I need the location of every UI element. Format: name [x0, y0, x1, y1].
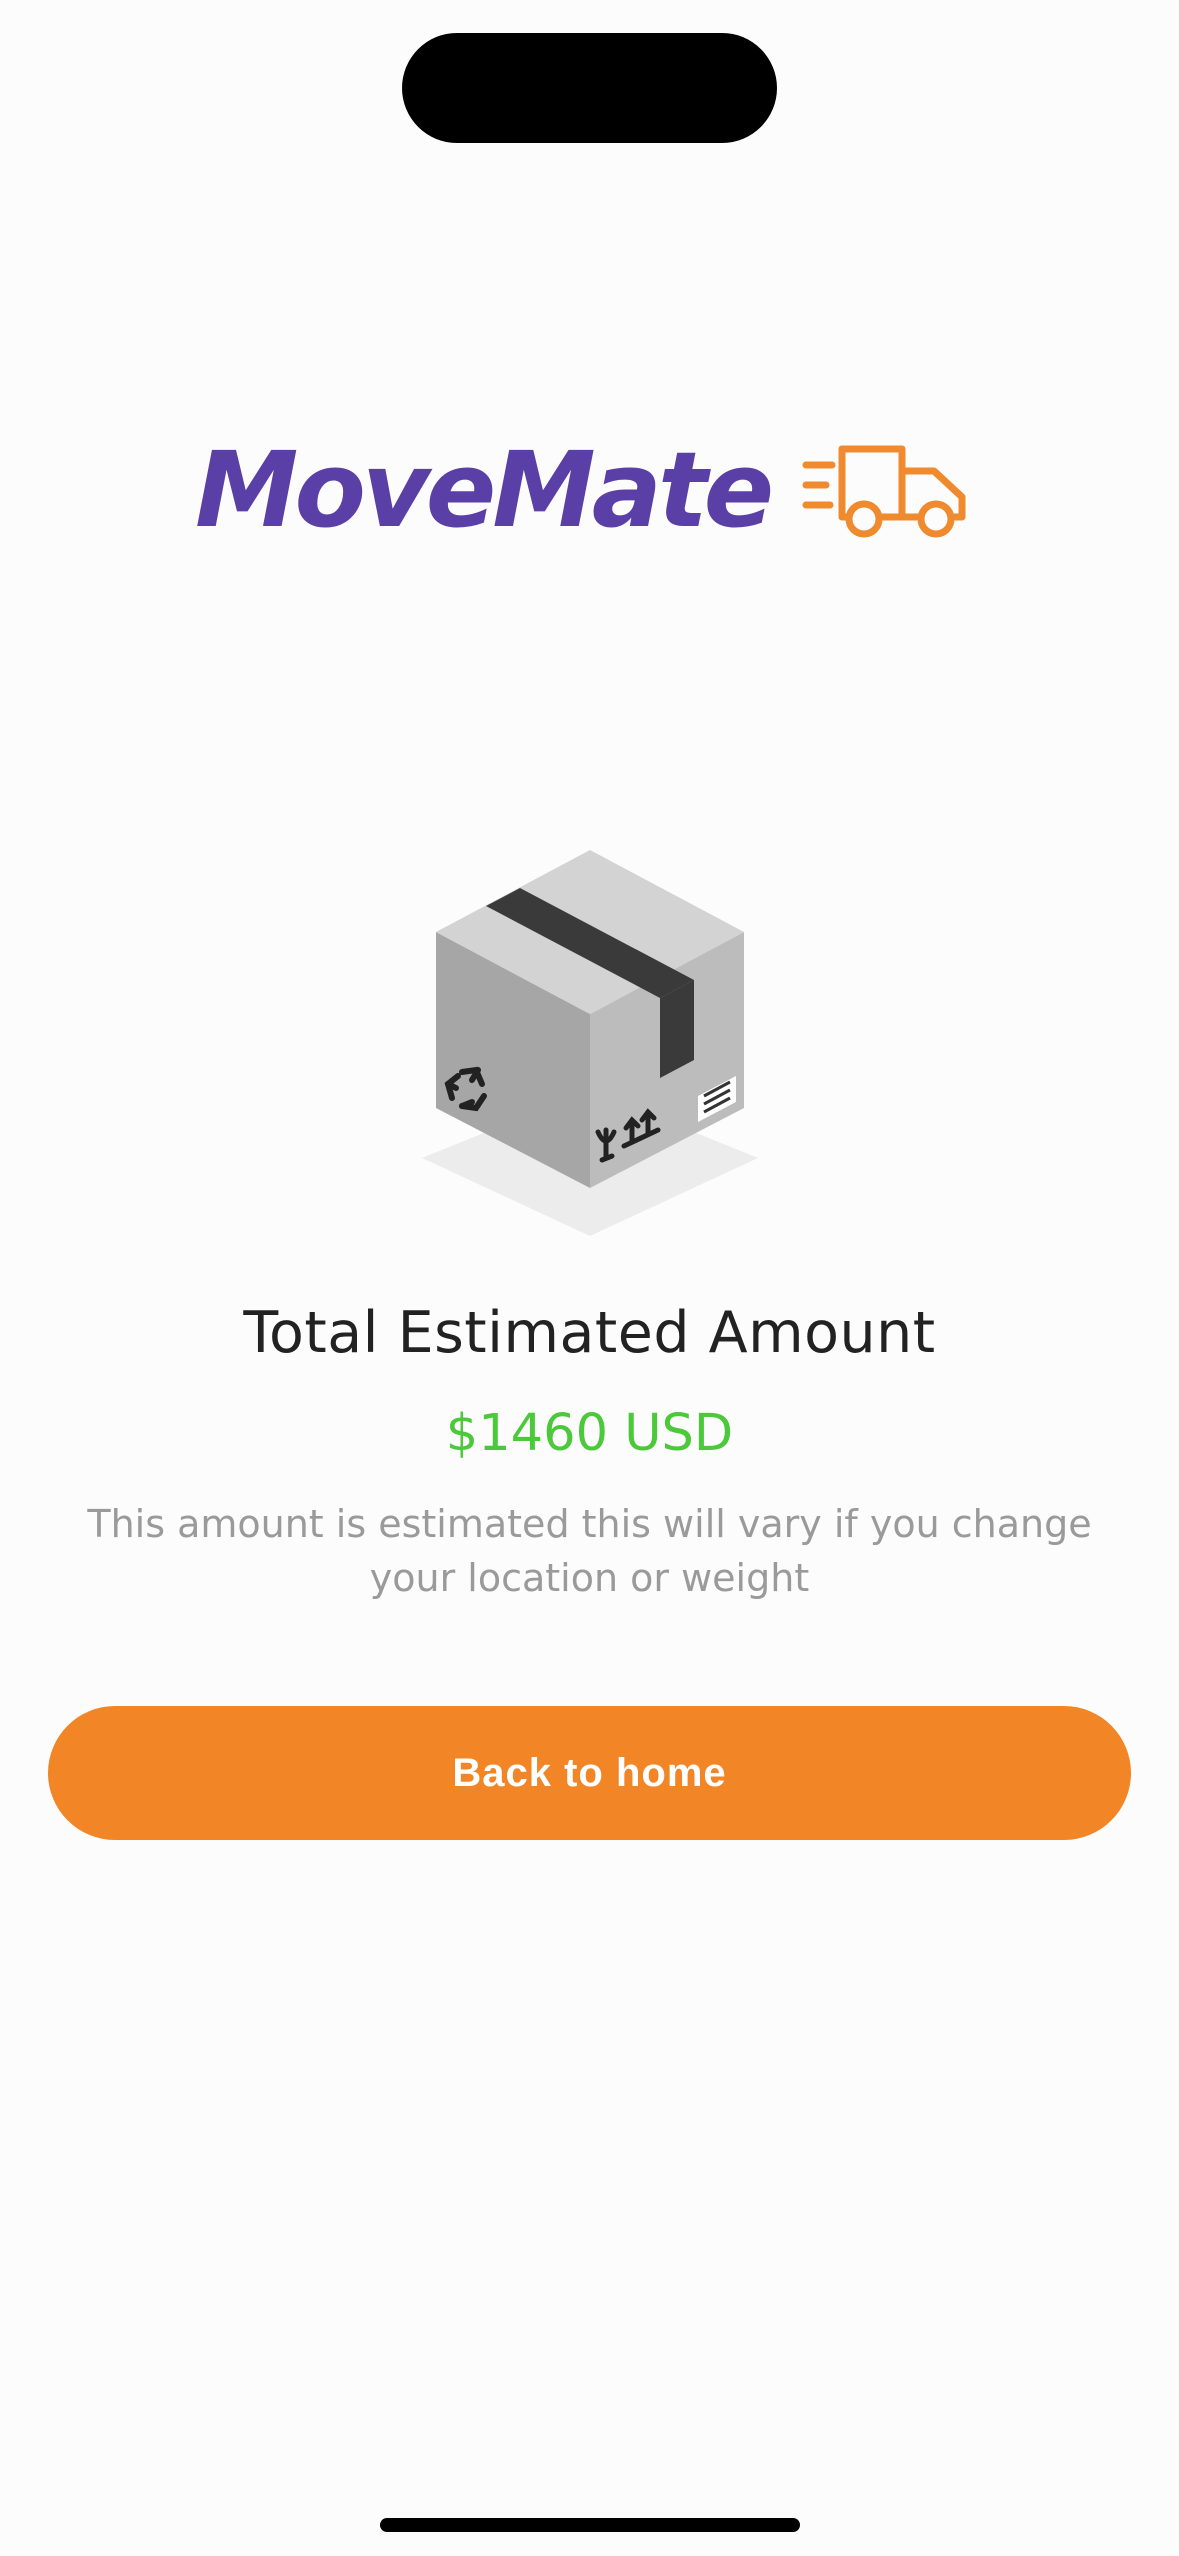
estimate-amount: $1460 USD — [445, 1404, 734, 1463]
estimate-note: This amount is estimated this will vary … — [87, 1502, 1092, 1600]
dynamic-island — [402, 33, 777, 143]
cardboard-box-icon — [422, 850, 758, 1236]
back-to-home-button[interactable]: Back to home — [48, 1706, 1131, 1840]
box-illustration — [340, 820, 840, 1270]
estimate-screen: MoveMate Total Estimated Amount $1460 US… — [0, 0, 1179, 2556]
delivery-truck-icon — [802, 445, 966, 538]
home-indicator[interactable] — [380, 2518, 800, 2532]
brand-name: MoveMate — [195, 429, 774, 551]
brand-logo: MoveMate — [195, 420, 995, 560]
estimate-title: Total Estimated Amount — [243, 1300, 936, 1366]
